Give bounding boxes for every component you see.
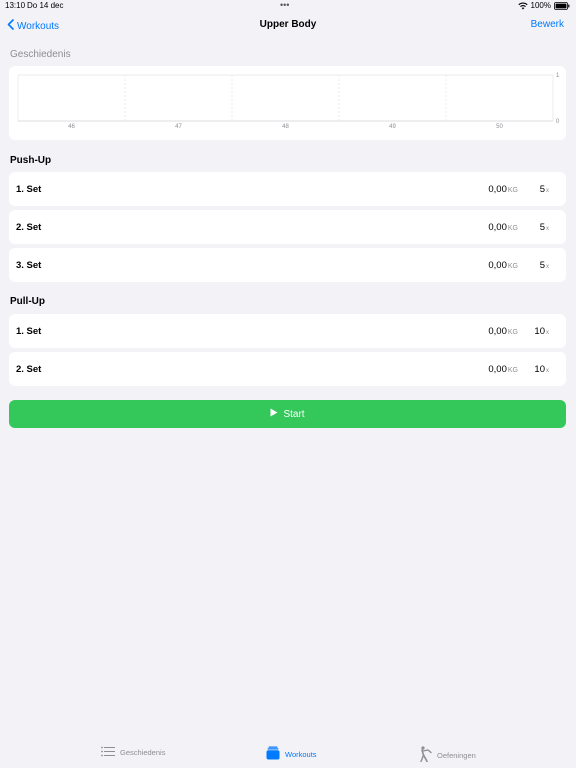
start-button-label: Start	[283, 408, 305, 420]
start-button[interactable]: Start	[9, 400, 566, 428]
set-reps-unit: x	[546, 264, 549, 270]
set-weight-value: 0,00	[488, 326, 507, 337]
set-weight-unit: KG	[507, 187, 518, 194]
history-chart-svg: 46 47 48 49 50 1 0	[17, 73, 560, 130]
set-reps-unit: x	[546, 330, 549, 336]
play-icon	[270, 408, 278, 420]
chart-y-tick-label: 1	[556, 73, 560, 79]
set-label: 2. Set	[16, 364, 42, 375]
set-weight-value: 0,00	[488, 260, 507, 271]
list-icon	[101, 746, 115, 759]
figure-stretch-icon	[420, 746, 432, 764]
set-reps-unit: x	[546, 368, 549, 374]
set-reps-value: 10	[534, 326, 545, 337]
chart-x-tick-label: 50	[496, 124, 503, 130]
set-label: 2. Set	[16, 222, 42, 233]
set-reps-value: 5	[539, 184, 545, 195]
tab-exercises[interactable]: Oefeningen	[420, 746, 476, 764]
set-row[interactable]: 2. Set 0,00KG 10x	[9, 352, 566, 386]
chart-x-tick-label: 49	[389, 124, 396, 130]
set-row[interactable]: 2. Set 0,00KG 5x	[9, 210, 566, 244]
status-right: 100%	[517, 1, 570, 10]
edit-button[interactable]: Bewerk	[531, 19, 564, 30]
set-weight-unit: KG	[507, 367, 518, 374]
set-weight: 0,00KG	[488, 260, 518, 271]
battery-icon	[554, 1, 570, 10]
workouts-stack-icon	[266, 746, 280, 762]
set-weight-value: 0,00	[488, 364, 507, 375]
set-reps-unit: x	[546, 226, 549, 232]
set-row[interactable]: 1. Set 0,00KG 10x	[9, 314, 566, 348]
status-time: 13:10	[5, 1, 26, 10]
set-weight: 0,00KG	[488, 364, 518, 375]
set-label: 1. Set	[16, 184, 42, 195]
set-weight-unit: KG	[507, 263, 518, 270]
set-reps: 5x	[540, 222, 549, 233]
exercise-title: Pull-Up	[10, 296, 45, 307]
set-reps-value: 10	[534, 364, 545, 375]
tab-workouts[interactable]: Workouts	[266, 746, 317, 762]
tab-history[interactable]: Geschiedenis	[101, 746, 165, 759]
navigation-bar: Workouts Upper Body Bewerk	[0, 14, 576, 38]
set-reps-value: 5	[539, 222, 545, 233]
chart-x-tick-label: 47	[175, 124, 182, 130]
set-reps: 5x	[540, 260, 549, 271]
set-reps-value: 5	[539, 260, 545, 271]
tab-exercises-label: Oefeningen	[437, 750, 476, 760]
chart-x-tick-label: 48	[282, 124, 289, 130]
status-bar: 13:10 Do 14 dec ••• 100%	[0, 0, 576, 12]
set-reps: 10x	[534, 364, 549, 375]
page-title: Upper Body	[259, 19, 317, 30]
status-date: Do 14 dec	[27, 1, 64, 10]
set-label: 3. Set	[16, 260, 42, 271]
set-row[interactable]: 3. Set 0,00KG 5x	[9, 248, 566, 282]
multitasking-dots[interactable]: •••	[280, 0, 289, 10]
tab-workouts-label: Workouts	[285, 749, 317, 759]
set-row[interactable]: 1. Set 0,00KG 5x	[9, 172, 566, 206]
set-reps: 10x	[534, 326, 549, 337]
set-weight-unit: KG	[507, 225, 518, 232]
exercise-title: Push-Up	[10, 155, 52, 166]
set-weight-value: 0,00	[488, 184, 507, 195]
set-weight: 0,00KG	[488, 184, 518, 195]
set-reps-unit: x	[546, 188, 549, 194]
set-weight-unit: KG	[507, 329, 518, 336]
screen: 13:10 Do 14 dec ••• 100% Workouts Upper …	[0, 0, 576, 768]
chart-x-tick-label: 46	[68, 124, 75, 130]
set-label: 1. Set	[16, 326, 42, 337]
history-chart: 46 47 48 49 50 1 0	[9, 66, 566, 140]
set-weight: 0,00KG	[488, 222, 518, 233]
tab-history-label: Geschiedenis	[120, 748, 166, 757]
set-weight: 0,00KG	[488, 326, 518, 337]
history-label: Geschiedenis	[10, 49, 71, 60]
set-weight-value: 0,00	[488, 222, 507, 233]
chart-y-tick-label: 0	[556, 119, 560, 125]
wifi-icon	[517, 2, 528, 10]
battery-percent: 100%	[530, 1, 551, 10]
set-reps: 5x	[540, 184, 549, 195]
